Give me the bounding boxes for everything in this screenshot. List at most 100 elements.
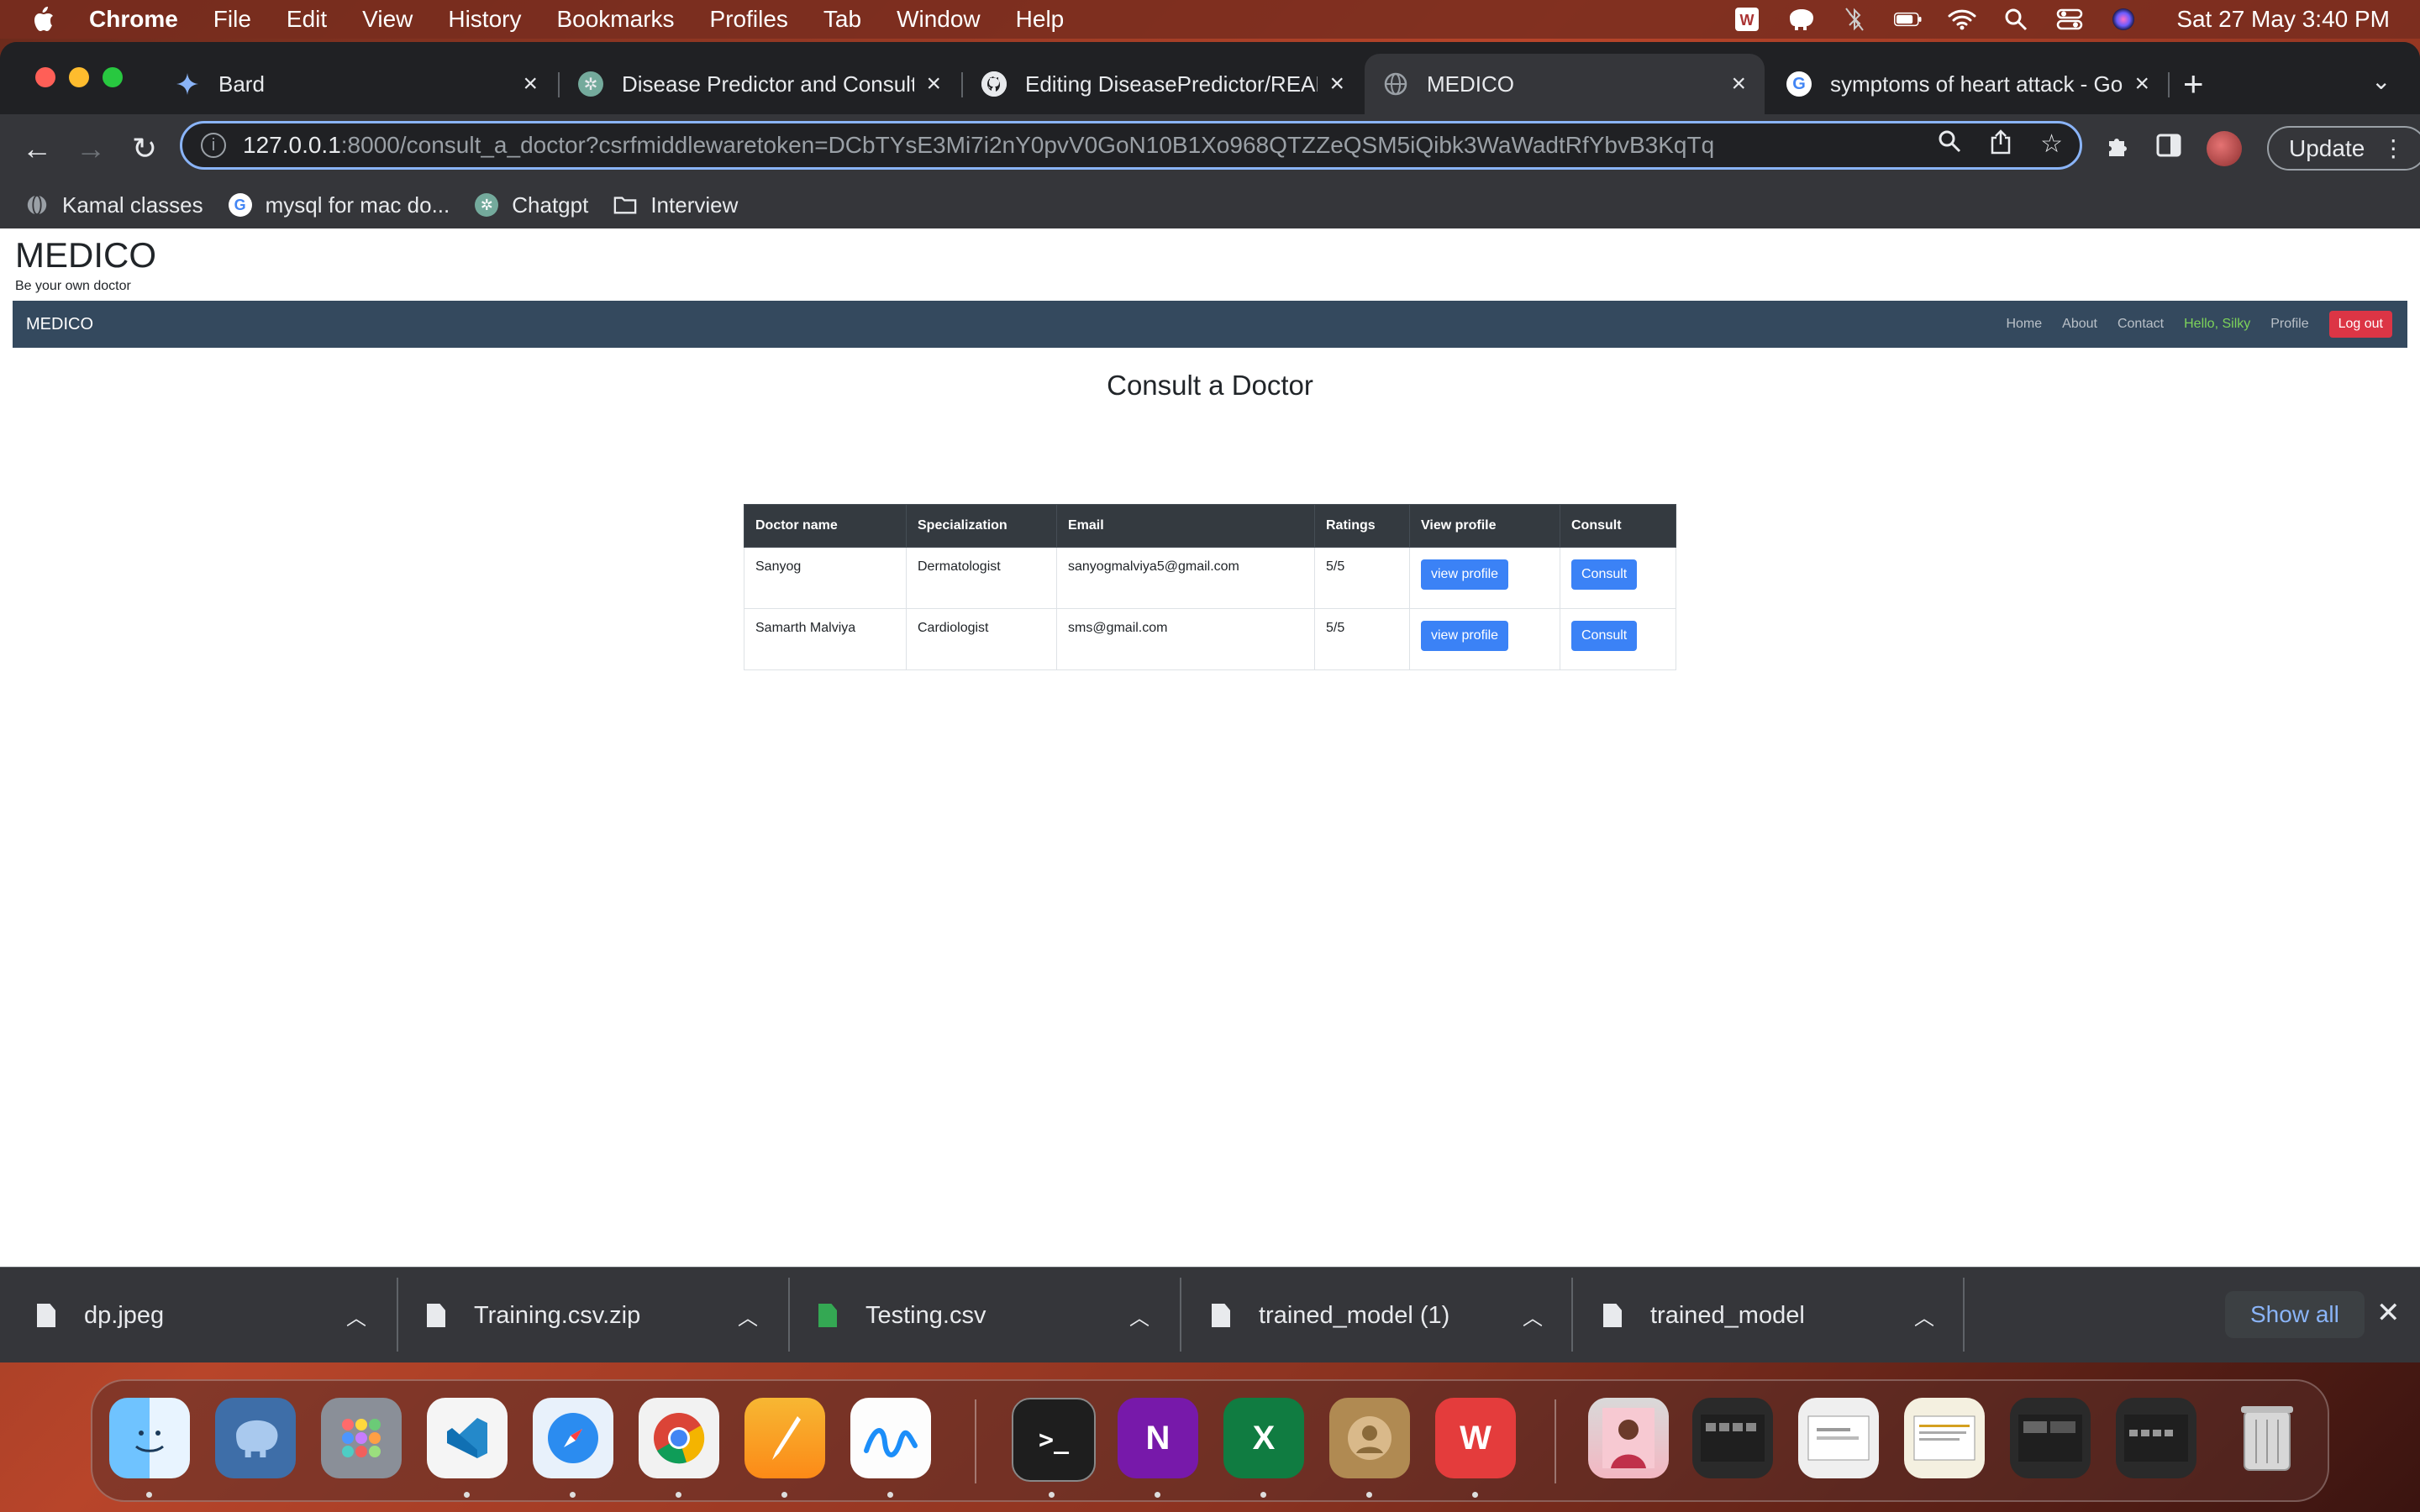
close-icon[interactable]: ✕	[2376, 1296, 2401, 1330]
window-minimize-button[interactable]	[69, 67, 89, 87]
tableplus-elephant-icon[interactable]	[215, 1398, 296, 1478]
download-item[interactable]: Training.csv.zip ︿	[427, 1268, 758, 1362]
show-all-downloads-button[interactable]: Show all	[2225, 1291, 2365, 1338]
zoom-icon[interactable]	[1938, 129, 1961, 161]
download-item[interactable]: trained_model ︿	[1603, 1268, 1934, 1362]
side-panel-icon[interactable]	[2156, 134, 2181, 164]
menu-edit[interactable]: Edit	[287, 6, 327, 33]
consult-button[interactable]: Consult	[1571, 559, 1638, 590]
doctor-specialization: Dermatologist	[906, 547, 1057, 609]
tab-github-editing[interactable]: Editing DiseasePredictor/READ ×	[963, 54, 1363, 114]
chevron-up-icon[interactable]: ︿	[738, 1301, 758, 1331]
tab-medico[interactable]: MEDICO ×	[1365, 54, 1765, 114]
photo-thumbnail-icon[interactable]	[1588, 1398, 1669, 1478]
download-item[interactable]: trained_model (1) ︿	[1212, 1268, 1543, 1362]
tab-disease-predictor[interactable]: ✲ Disease Predictor and Consulta ×	[560, 54, 960, 114]
svg-text:W: W	[1740, 12, 1754, 29]
menu-file[interactable]: File	[213, 6, 251, 33]
download-filename: Training.csv.zip	[474, 1301, 641, 1329]
menu-view[interactable]: View	[362, 6, 413, 33]
document-thumbnail-icon[interactable]	[1798, 1398, 1879, 1478]
finder-icon[interactable]	[109, 1398, 190, 1478]
bookmark-star-icon[interactable]: ☆	[2040, 129, 2063, 161]
tab-close-icon[interactable]: ×	[1329, 70, 1344, 98]
vscode-icon[interactable]	[427, 1398, 508, 1478]
update-button[interactable]: Update ⋮	[2267, 126, 2420, 171]
nav-profile-link[interactable]: Profile	[2270, 317, 2308, 332]
reload-icon[interactable]: ↻	[128, 131, 161, 166]
bookmark-kamal-classes[interactable]: Kamal classes	[25, 192, 203, 218]
menu-tab[interactable]: Tab	[823, 6, 861, 33]
window-thumbnail-icon[interactable]	[2116, 1398, 2196, 1478]
chevron-up-icon[interactable]: ︿	[1129, 1301, 1150, 1331]
window-thumbnail-icon[interactable]	[1692, 1398, 1773, 1478]
chevron-up-icon[interactable]: ︿	[346, 1301, 366, 1331]
kebab-menu-icon: ⋮	[2381, 135, 2406, 161]
navbar-brand[interactable]: MEDICO	[26, 315, 93, 334]
new-tab-icon[interactable]: +	[2183, 64, 2204, 104]
contacts-icon[interactable]	[1329, 1398, 1410, 1478]
bookmark-mysql-for-mac[interactable]: G mysql for mac do...	[228, 192, 450, 218]
google-icon: G	[1786, 71, 1812, 97]
logout-button[interactable]: Log out	[2328, 311, 2392, 338]
menu-bookmarks[interactable]: Bookmarks	[556, 6, 674, 33]
window-thumbnail-icon[interactable]	[2010, 1398, 2091, 1478]
freeform-icon[interactable]	[850, 1398, 931, 1478]
spotlight-search-icon[interactable]	[2002, 7, 2030, 32]
extensions-puzzle-icon[interactable]	[2106, 133, 2131, 165]
download-item[interactable]: dp.jpeg ︿	[37, 1268, 366, 1362]
trash-icon[interactable]	[2227, 1398, 2307, 1478]
menubar-clock[interactable]: Sat 27 May 3:40 PM	[2176, 6, 2390, 33]
tab-close-icon[interactable]: ×	[926, 70, 941, 98]
macos-dock: >_ N X W	[91, 1379, 2329, 1502]
onenote-icon[interactable]: N	[1118, 1398, 1198, 1478]
apple-menu-icon[interactable]	[30, 5, 55, 34]
view-profile-button[interactable]: view profile	[1421, 621, 1509, 651]
profile-avatar[interactable]	[2207, 130, 2242, 166]
wps-office-icon[interactable]: W	[1435, 1398, 1516, 1478]
chevron-up-icon[interactable]: ︿	[1523, 1301, 1543, 1331]
siri-icon[interactable]	[2109, 7, 2138, 32]
bookmark-chatgpt[interactable]: ✲ Chatgpt	[475, 192, 588, 218]
terminal-icon[interactable]: >_	[1012, 1398, 1096, 1482]
menu-help[interactable]: Help	[1016, 6, 1065, 33]
bookmark-interview[interactable]: Interview	[613, 192, 738, 218]
tab-close-icon[interactable]: ×	[523, 70, 538, 98]
tab-close-icon[interactable]: ×	[2134, 70, 2149, 98]
site-info-icon[interactable]: i	[201, 133, 226, 158]
menu-profiles[interactable]: Profiles	[710, 6, 788, 33]
nav-contact-link[interactable]: Contact	[2118, 317, 2164, 332]
safari-icon[interactable]	[533, 1398, 613, 1478]
menu-window[interactable]: Window	[897, 6, 981, 33]
launchpad-icon[interactable]	[321, 1398, 402, 1478]
menu-history[interactable]: History	[448, 6, 521, 33]
nav-home-link[interactable]: Home	[2006, 317, 2042, 332]
back-arrow-icon[interactable]: ←	[20, 131, 54, 166]
pages-icon[interactable]	[744, 1398, 825, 1478]
tab-close-icon[interactable]: ×	[1731, 70, 1746, 98]
tab-bard[interactable]: Bard ×	[156, 54, 556, 114]
document-thumbnail-icon[interactable]	[1904, 1398, 1985, 1478]
download-item[interactable]: Testing.csv ︿	[818, 1268, 1150, 1362]
view-profile-button[interactable]: view profile	[1421, 559, 1509, 590]
running-indicator	[464, 1492, 470, 1498]
share-icon[interactable]	[1990, 129, 2012, 161]
excel-icon[interactable]: X	[1223, 1398, 1304, 1478]
bluetooth-off-icon[interactable]	[1840, 7, 1869, 32]
chevron-up-icon[interactable]: ︿	[1914, 1301, 1934, 1331]
chrome-icon[interactable]	[639, 1398, 719, 1478]
nav-about-link[interactable]: About	[2062, 317, 2097, 332]
forward-arrow-icon[interactable]: →	[74, 131, 108, 166]
control-center-icon[interactable]	[2055, 7, 2084, 32]
wps-status-icon[interactable]: W	[1733, 7, 1761, 32]
window-close-button[interactable]	[35, 67, 55, 87]
battery-icon[interactable]	[1894, 7, 1923, 32]
elephant-status-icon[interactable]	[1786, 7, 1815, 32]
consult-button[interactable]: Consult	[1571, 621, 1638, 651]
menu-app-chrome[interactable]: Chrome	[89, 6, 178, 33]
tab-google-search[interactable]: G symptoms of heart attack - Go ×	[1768, 54, 2168, 114]
window-zoom-button[interactable]	[103, 67, 123, 87]
wifi-icon[interactable]	[1948, 7, 1976, 32]
address-bar[interactable]: i 127.0.0.1 :8000/consult_a_doctor?csrfm…	[180, 121, 2082, 170]
chevron-down-icon[interactable]: ⌄	[2371, 67, 2391, 95]
